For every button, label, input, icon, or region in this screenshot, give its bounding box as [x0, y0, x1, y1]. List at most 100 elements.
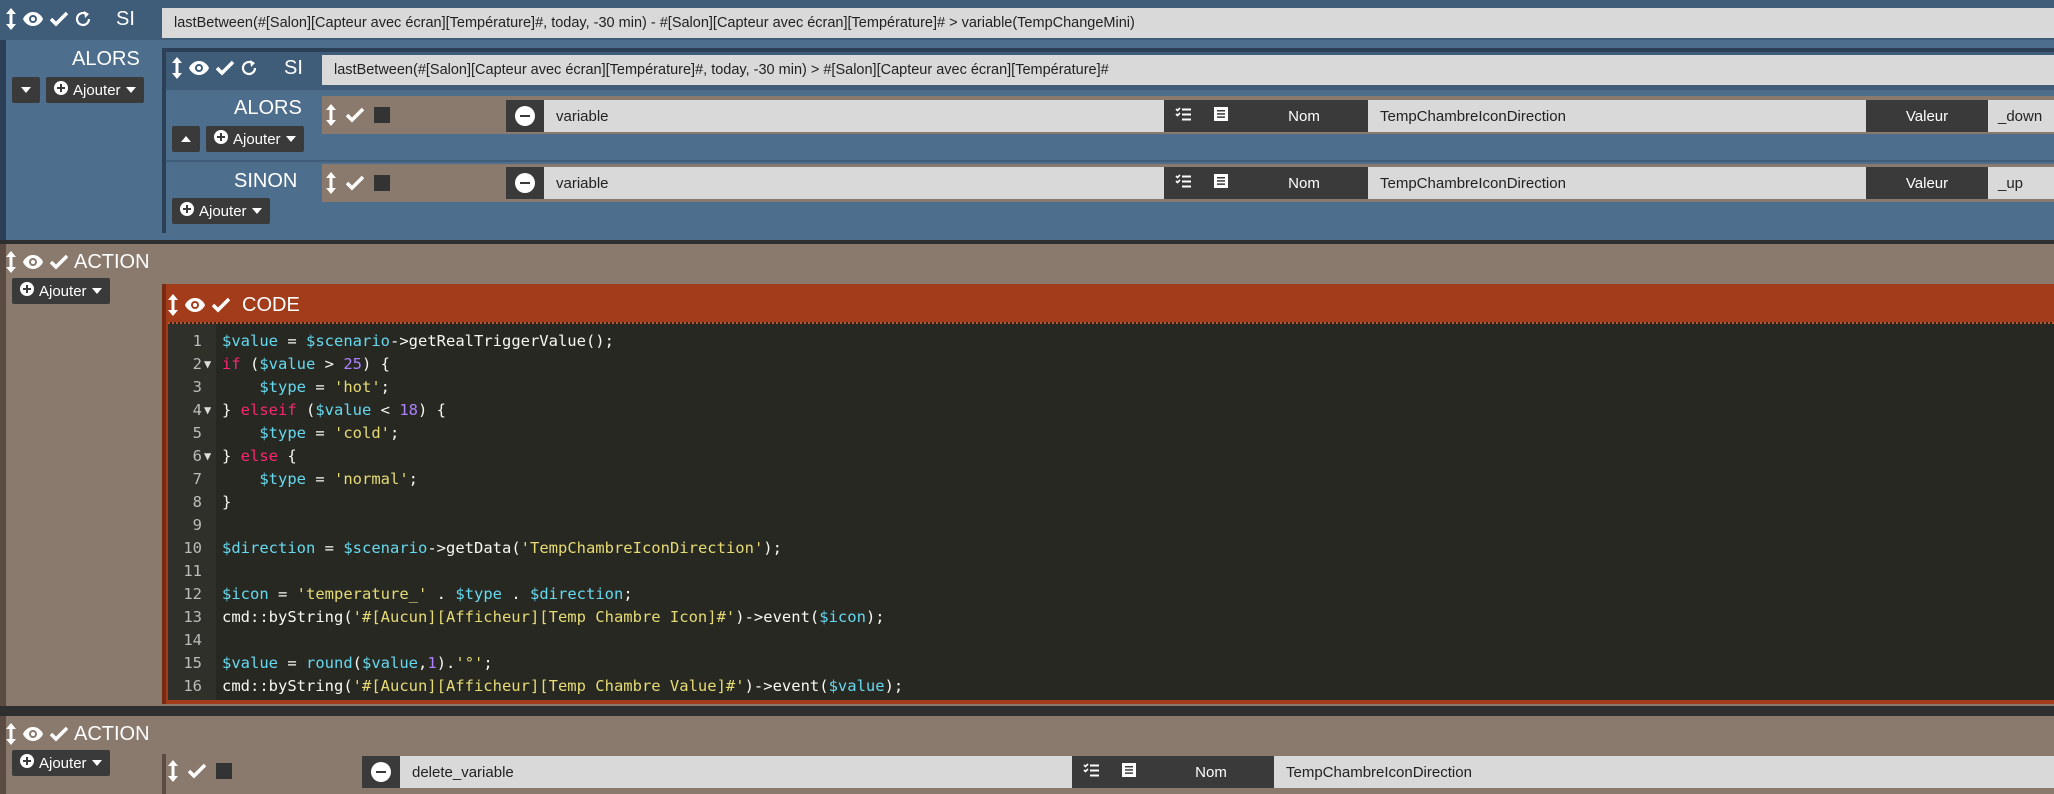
ajouter-label: Ajouter: [199, 202, 247, 220]
code-line: $type = 'cold';: [259, 424, 400, 442]
list-button[interactable]: [1202, 100, 1240, 132]
si-label: SI: [116, 7, 135, 30]
action-label: ACTION: [74, 250, 150, 273]
line-number: 11: [183, 562, 202, 580]
checkbox-unchecked-icon[interactable]: [374, 107, 390, 123]
code-line: $value = $scenario->getRealTriggerValue(…: [222, 332, 614, 350]
alors-inner-label: ALORS: [234, 97, 302, 119]
sinon-action-toolbar: [326, 172, 390, 194]
eye-icon[interactable]: [22, 254, 44, 270]
checkbox-checked-icon[interactable]: [212, 297, 230, 313]
line-number: 14: [183, 631, 202, 649]
ajouter-sinon-button[interactable]: Ajouter: [172, 198, 270, 224]
remove-action-button[interactable]: [506, 100, 544, 132]
ajouter-action-button[interactable]: Ajouter: [12, 278, 110, 304]
plus-circle-icon: [20, 282, 34, 300]
alors-action-type[interactable]: variable: [544, 100, 1164, 132]
list-button[interactable]: [1110, 756, 1148, 788]
si-inner-toolbar: SI: [172, 55, 303, 81]
valeur-input[interactable]: _up: [1988, 167, 2054, 199]
repeat-icon[interactable]: [74, 10, 92, 28]
code-line: cmd::byString('#[Aucun][Afficheur][Temp …: [222, 677, 904, 695]
eye-icon[interactable]: [188, 60, 210, 76]
ajouter-inner-button[interactable]: Ajouter: [206, 126, 304, 152]
checkbox-unchecked-icon[interactable]: [216, 763, 232, 779]
drag-handle-icon[interactable]: [326, 104, 336, 126]
si-outer-toolbar: SI: [6, 6, 135, 32]
code-editor[interactable]: 1 $value = $scenario->getRealTriggerValue…: [168, 322, 2054, 700]
action-2-toolbar: ACTION: [6, 722, 150, 746]
checkbox-checked-icon[interactable]: [188, 763, 206, 779]
drag-handle-icon[interactable]: [168, 294, 178, 316]
list-check-icon: [1175, 107, 1191, 125]
sinon-divider: [166, 160, 2054, 162]
list-check-button[interactable]: [1164, 167, 1202, 199]
drag-handle-icon[interactable]: [168, 760, 178, 782]
si-inner-label: SI: [284, 56, 303, 79]
drag-handle-icon[interactable]: [6, 723, 16, 745]
drag-handle-icon[interactable]: [6, 251, 16, 273]
drag-handle-icon[interactable]: [6, 8, 16, 30]
ajouter-label: Ajouter: [233, 130, 281, 148]
drag-handle-icon[interactable]: [172, 57, 182, 79]
remove-action-button[interactable]: [506, 167, 544, 199]
nom-label: Nom: [1240, 167, 1368, 199]
plus-circle-icon: [20, 754, 34, 772]
si-condition-field[interactable]: lastBetween(#[Salon][Capteur avec écran]…: [162, 8, 2054, 38]
fold-arrow-icon[interactable]: ▼: [204, 449, 211, 463]
fold-arrow-icon[interactable]: ▼: [204, 357, 211, 371]
code-line: $type = 'normal';: [259, 470, 418, 488]
expand-button[interactable]: [172, 126, 200, 152]
checkbox-checked-icon[interactable]: [50, 254, 68, 270]
line-number: 5: [192, 424, 202, 442]
nom-input[interactable]: TempChambreIconDirection: [1368, 167, 1866, 199]
minus-circle-icon: [515, 173, 535, 193]
nom-label: Nom: [1240, 100, 1368, 132]
collapse-button[interactable]: [12, 77, 40, 103]
line-number: 6: [192, 447, 202, 465]
drag-handle-icon[interactable]: [326, 172, 336, 194]
list-check-button[interactable]: [1164, 100, 1202, 132]
plus-circle-icon: [54, 81, 68, 99]
code-line: } elseif ($value < 18) {: [222, 401, 447, 419]
list-check-icon: [1083, 763, 1099, 781]
ajouter-action-2-button[interactable]: Ajouter: [12, 750, 110, 776]
code-line: $type = 'hot';: [259, 378, 391, 396]
caret-up-icon: [181, 136, 191, 142]
eye-icon[interactable]: [22, 11, 44, 27]
checkbox-checked-icon[interactable]: [346, 175, 364, 191]
checkbox-checked-icon[interactable]: [50, 11, 68, 27]
line-number: 13: [183, 608, 202, 626]
eye-icon[interactable]: [22, 726, 44, 742]
list-icon: [1122, 763, 1136, 781]
list-check-icon: [1175, 174, 1191, 192]
repeat-icon[interactable]: [240, 59, 258, 77]
sinon-action-type[interactable]: variable: [544, 167, 1164, 199]
checkbox-checked-icon[interactable]: [50, 726, 68, 742]
checkbox-unchecked-icon[interactable]: [374, 175, 390, 191]
si-inner-condition-field[interactable]: lastBetween(#[Salon][Capteur avec écran]…: [322, 55, 2054, 85]
list-button[interactable]: [1202, 167, 1240, 199]
eye-icon[interactable]: [184, 297, 206, 313]
valeur-input[interactable]: _down: [1988, 100, 2054, 132]
alors-label: ALORS: [72, 48, 140, 70]
action-label: ACTION: [74, 722, 150, 745]
list-check-button[interactable]: [1072, 756, 1110, 788]
line-number: 10: [183, 539, 202, 557]
checkbox-checked-icon[interactable]: [216, 60, 234, 76]
plus-circle-icon: [180, 202, 194, 220]
line-number: 4: [192, 401, 202, 419]
remove-action-button[interactable]: [362, 756, 400, 788]
checkbox-checked-icon[interactable]: [346, 107, 364, 123]
valeur-label: Valeur: [1866, 100, 1988, 132]
caret-down-icon: [91, 760, 102, 766]
fold-arrow-icon[interactable]: ▼: [204, 403, 211, 417]
nom-input[interactable]: TempChambreIconDirection: [1368, 100, 1866, 132]
nom-input[interactable]: TempChambreIconDirection: [1274, 756, 2054, 788]
caret-down-icon: [285, 136, 296, 142]
line-number: 16: [183, 677, 202, 695]
ajouter-button[interactable]: Ajouter: [46, 77, 144, 103]
line-number: 8: [192, 493, 202, 511]
line-number: 7: [192, 470, 202, 488]
delete-variable-type[interactable]: delete_variable: [400, 756, 1072, 788]
